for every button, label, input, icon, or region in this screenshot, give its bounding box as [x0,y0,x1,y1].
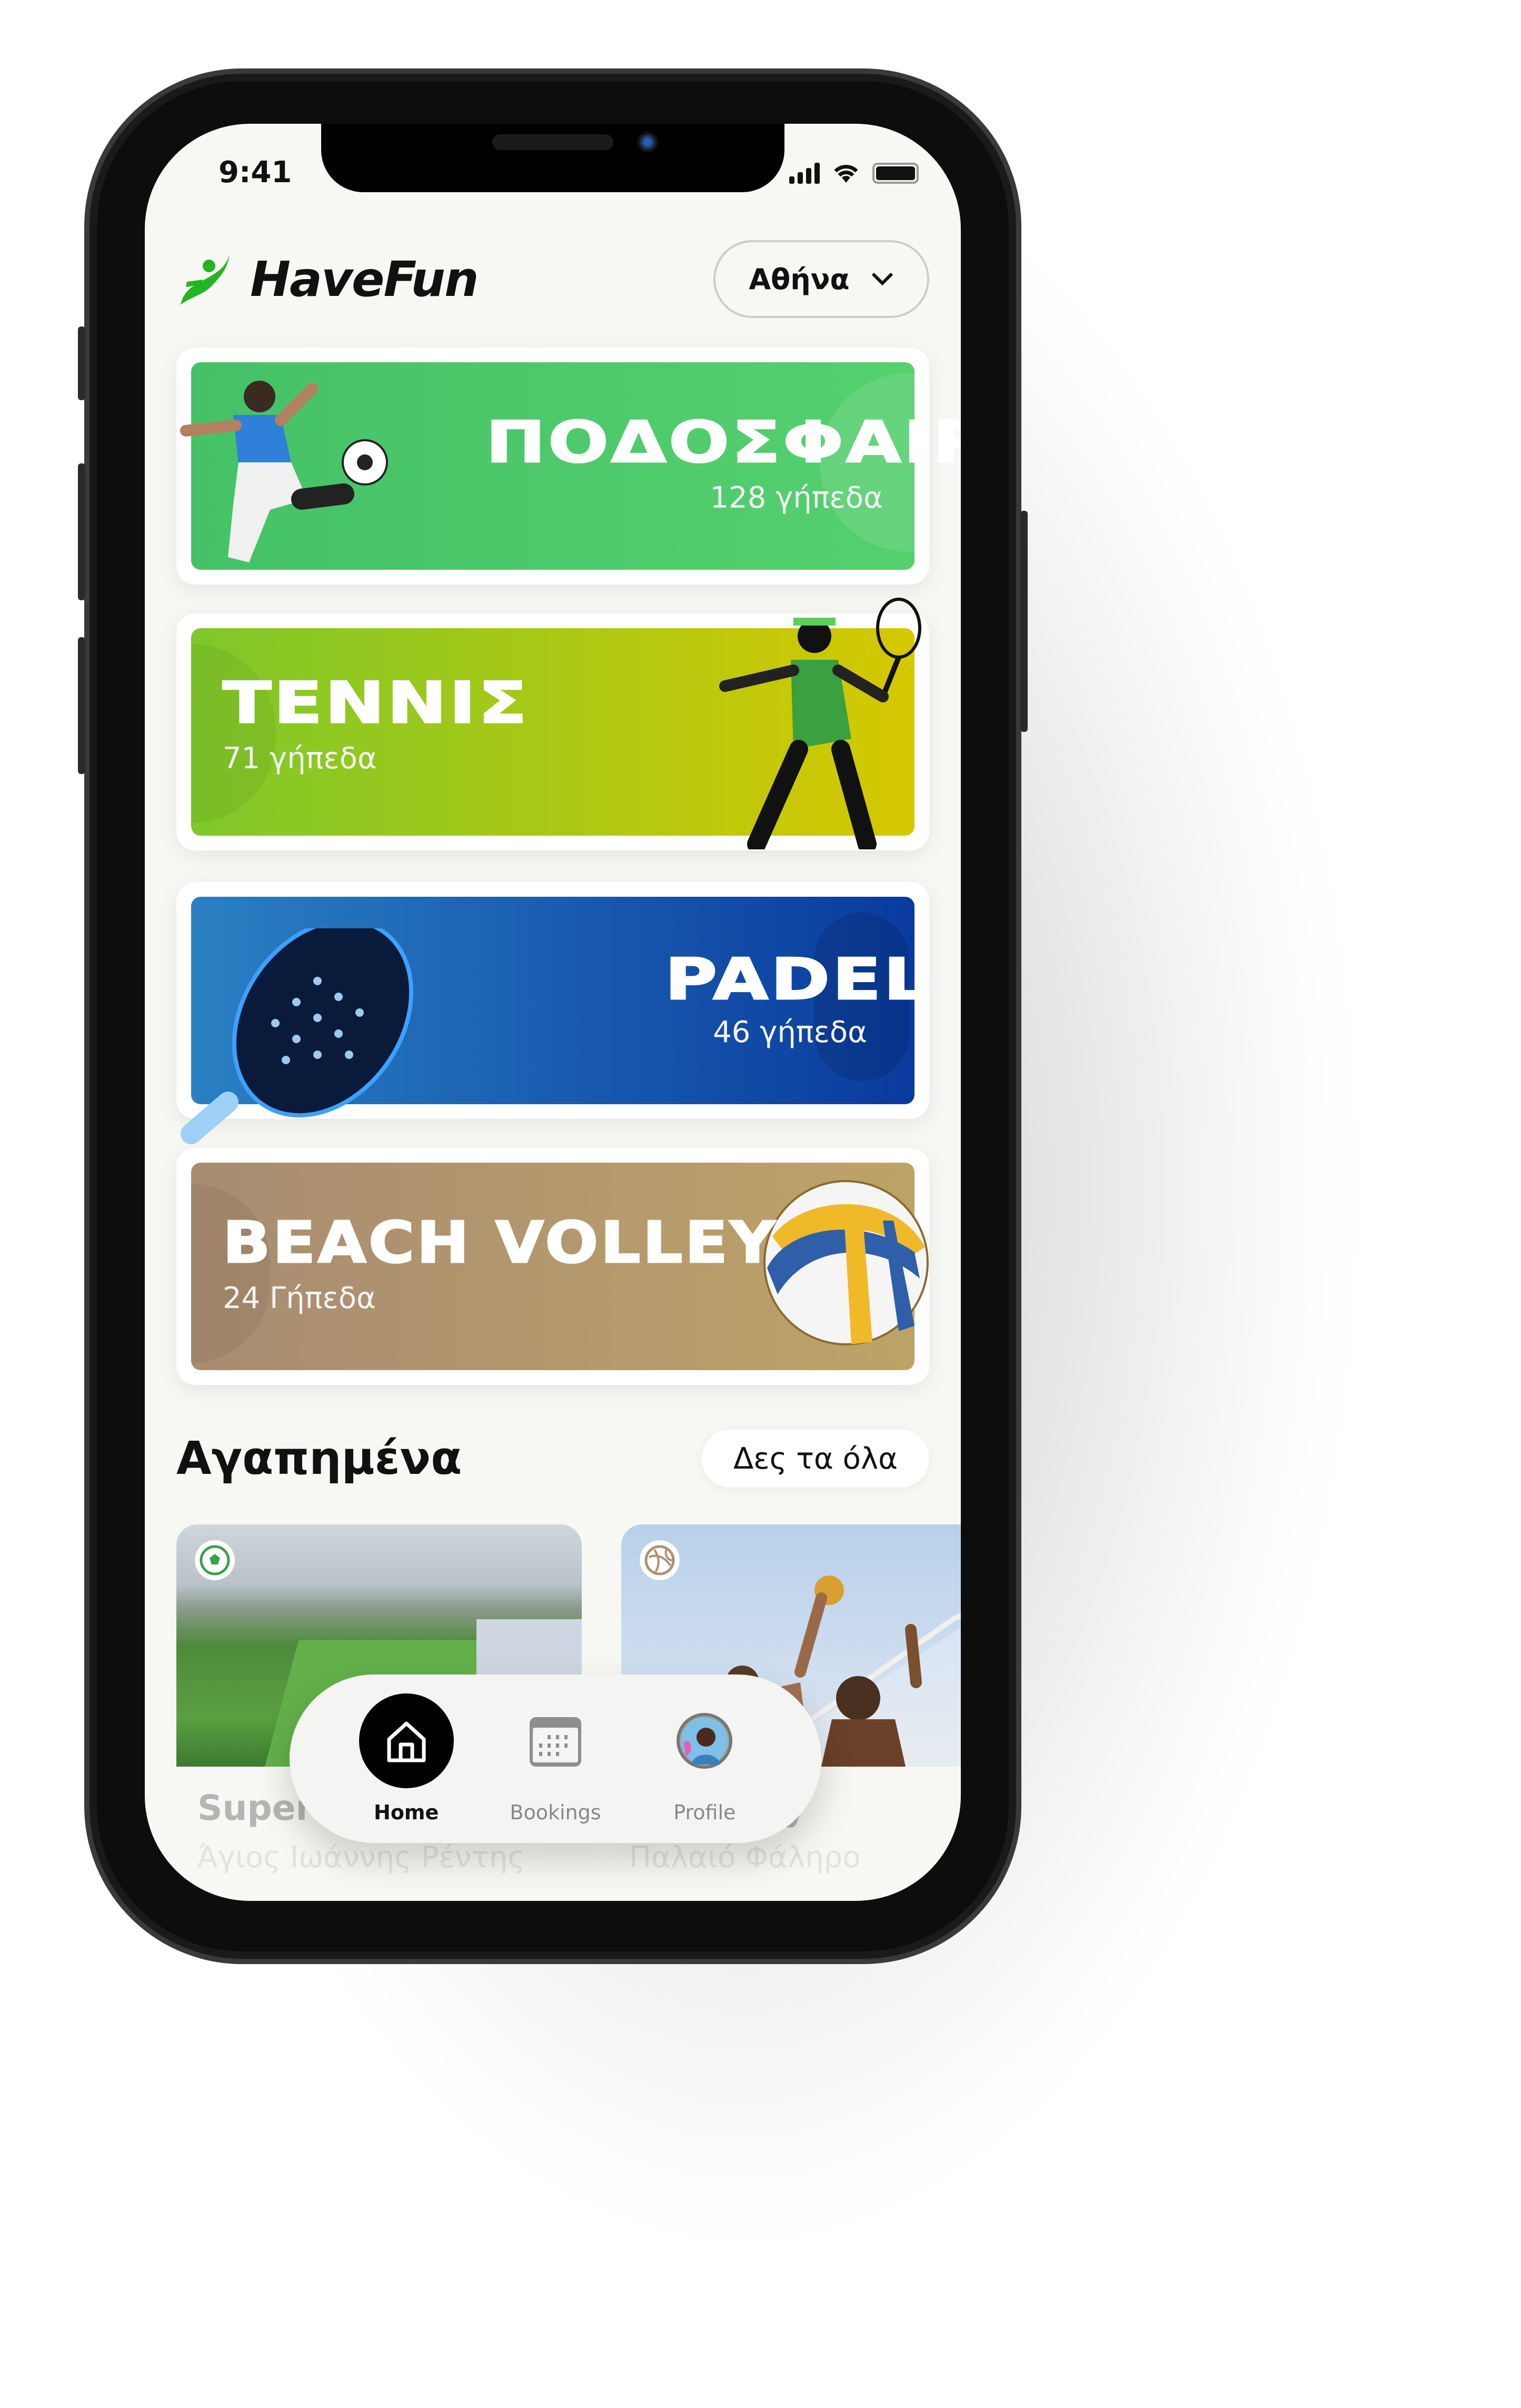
volume-up-button [78,463,85,600]
sport-title: BEACH VOLLEY [222,1210,778,1277]
venue-building [476,1619,582,1682]
bottom-nav: Home Bookings Profile [290,1674,821,1843]
calendar-icon [508,1693,603,1788]
sport-court-count: 71 γήπεδα [223,741,377,776]
nav-item-home[interactable]: Home [349,1693,464,1824]
football-player-image [180,381,388,562]
sport-court-count: 128 γήπεδα [710,481,883,515]
city-selector-value: Αθήνα [749,262,850,296]
sport-court-count: 46 γήπεδα [713,1015,867,1049]
sport-title: PADEL [664,946,932,1014]
favorites-title: Αγαπημένα [176,1432,462,1485]
status-time: 9:41 [218,155,292,190]
nav-item-bookings[interactable]: Bookings [498,1693,613,1824]
home-icon [359,1693,454,1788]
sport-title: ΠΟΔΟΣΦΑΙΡΟ [485,409,961,477]
app-header: HaveFun Αθήνα [176,240,929,319]
city-selector[interactable]: Αθήνα [713,240,929,318]
nav-item-profile[interactable]: Profile [647,1693,762,1824]
favorites-header: Αγαπημένα Δες τα όλα [176,1430,929,1488]
soccer-ball-icon [195,1540,235,1580]
havefun-logo-icon [181,254,229,305]
sport-card-padel[interactable]: PADEL 46 γήπεδα [176,882,932,1144]
avatar-icon [657,1693,752,1788]
padel-racket-image [181,928,414,1144]
mute-switch [78,326,85,400]
app-screen: 9:41 HaveFun Αθήνα ΠΟΔΟΣΦΑΙ 128 γήπεδα Τ… [145,124,961,1901]
tennis-player-image [719,598,921,849]
sport-title: ΤΕΝΝΙΣ [222,670,530,737]
cellular-signal-icon [789,163,820,184]
volume-down-button [78,637,85,774]
power-button [1020,511,1028,732]
nav-label: Bookings [510,1801,601,1824]
favorite-location: Άγιος Ιωάννης Ρέντης [197,1840,525,1875]
status-icons [789,161,919,184]
wifi-icon [834,165,858,183]
sport-court-count: 24 Γήπεδα [223,1281,376,1315]
sport-card-football[interactable]: ΠΟΔΟΣΦΑΙΡΟ 128 γήπεδα [176,348,961,584]
speaker [492,134,613,150]
sport-card-tennis[interactable]: ΤΕΝΝΙΣ 71 γήπεδα [176,598,929,850]
battery-icon [872,163,919,184]
volleyball-image [763,1180,929,1345]
nav-label: Home [374,1801,439,1824]
app-logo[interactable]: HaveFun [176,250,479,308]
volleyball-icon [640,1540,680,1580]
sport-card-beach-volley[interactable]: BEACH VOLLEY 24 Γήπεδα [176,1148,929,1385]
chevron-down-icon [871,272,893,286]
favorite-location: Παλαιό Φάληρο [629,1840,861,1875]
app-name: HaveFun [250,251,479,308]
see-all-button[interactable]: Δες τα όλα [702,1430,929,1488]
notch [321,124,784,192]
nav-label: Profile [673,1801,736,1824]
camera [637,132,658,153]
